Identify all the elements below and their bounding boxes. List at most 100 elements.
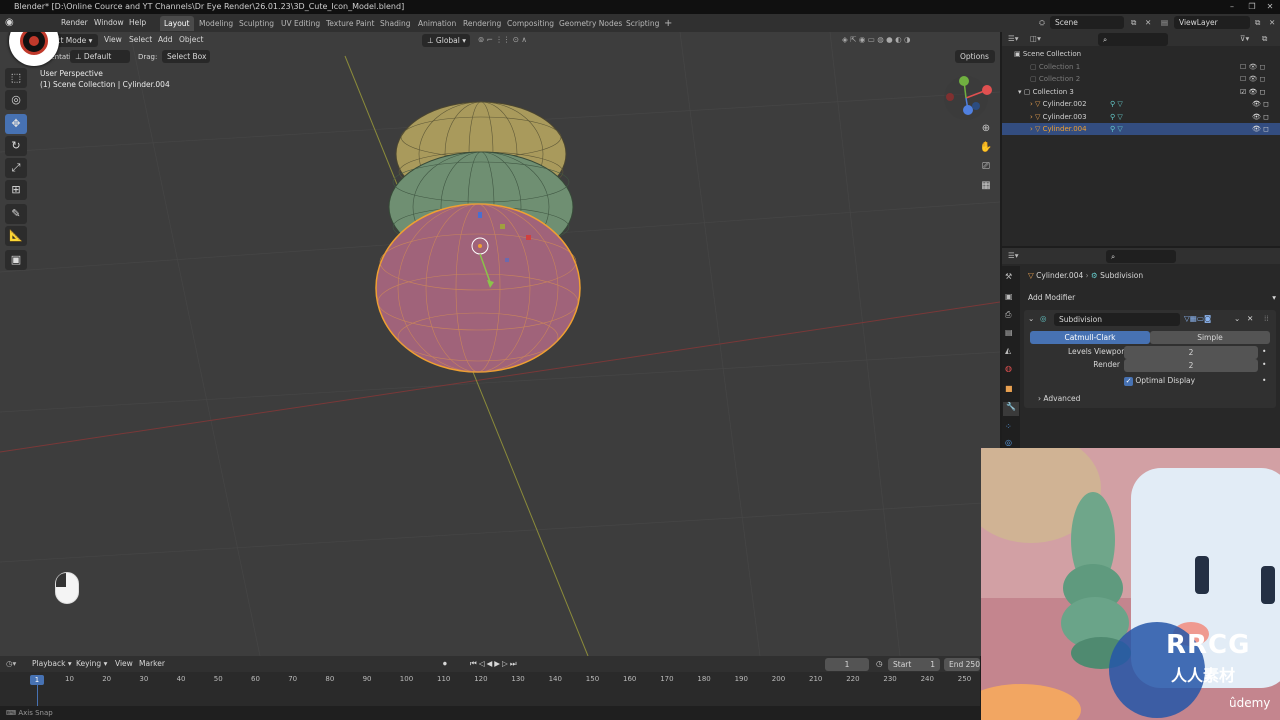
modifier-tab-icon[interactable]: 🔧 xyxy=(1003,402,1019,416)
optimal-display-checkbox[interactable]: ✓ Optimal Display xyxy=(1124,374,1195,388)
scene-selector[interactable]: Scene xyxy=(1050,16,1124,29)
scale-tool[interactable]: ⤢ xyxy=(5,158,27,178)
tab-texture-paint[interactable]: Texture Paint xyxy=(322,16,378,31)
tab-sculpting[interactable]: Sculpting xyxy=(235,16,278,31)
keyframe-dot-icon[interactable]: • xyxy=(1262,345,1266,359)
properties-editor-icon[interactable]: ☰▾ xyxy=(1008,249,1019,263)
new-viewlayer-icon[interactable]: ⧉ xyxy=(1252,17,1263,29)
keyframe-dot-icon-3[interactable]: • xyxy=(1262,374,1266,388)
view-layer-tab-icon[interactable]: ▤ xyxy=(1005,328,1013,337)
menu-select[interactable]: Select xyxy=(129,33,152,47)
playback-controls[interactable]: ⏮◁◀▶▷⏭ xyxy=(470,657,519,671)
start-frame-field[interactable]: Start 1 xyxy=(888,658,940,671)
current-frame-field[interactable]: 1 xyxy=(825,658,869,671)
menu-view[interactable]: View xyxy=(104,33,122,47)
particles-tab-icon[interactable]: ⁘ xyxy=(1005,422,1012,431)
add-cube-tool[interactable]: ▣ xyxy=(5,250,27,270)
tab-layout[interactable]: Layout xyxy=(160,16,194,31)
remove-modifier-icon[interactable]: ✕ xyxy=(1247,312,1253,326)
preview-range-icon[interactable]: ◷ xyxy=(876,657,883,671)
tab-modeling[interactable]: Modeling xyxy=(195,16,237,31)
add-modifier-button[interactable]: Add Modifier ▾ xyxy=(1028,291,1276,305)
simple-option[interactable]: Simple xyxy=(1150,331,1270,344)
menu-playback[interactable]: Playback ▾ xyxy=(32,657,72,671)
3d-viewport[interactable]: Object Mode ▾ View Select Add Object ⊥ G… xyxy=(0,32,1000,656)
annotate-tool[interactable]: ✎ xyxy=(5,204,27,224)
scene-tab-icon[interactable]: ◭ xyxy=(1005,346,1011,355)
filter-icon[interactable]: ⊽▾ xyxy=(1240,32,1249,46)
menu-object[interactable]: Object xyxy=(179,33,203,47)
output-tab-icon[interactable]: ⎙ xyxy=(1005,310,1011,320)
outliner-row-collection-1[interactable]: ▢ Collection 1 ☐ 👁 ◻ xyxy=(1002,61,1280,73)
tab-animation[interactable]: Animation xyxy=(414,16,460,31)
outliner-row-cylinder-003[interactable]: › ▽ Cylinder.003 ⚲ ▽ 👁 ◻ xyxy=(1002,111,1280,123)
properties-search-input[interactable]: ⌕ xyxy=(1106,250,1176,263)
tab-shading[interactable]: Shading xyxy=(376,16,414,31)
navigation-gizmo[interactable] xyxy=(944,76,992,120)
measure-tool[interactable]: 📐 xyxy=(5,226,27,246)
close-button[interactable]: ✕ xyxy=(1260,0,1280,14)
blender-logo-icon[interactable]: ◉ xyxy=(2,17,17,29)
viewlayer-selector[interactable]: ViewLayer xyxy=(1174,16,1250,29)
menu-marker[interactable]: Marker xyxy=(139,657,165,671)
menu-timeline-view[interactable]: View xyxy=(115,657,133,671)
tab-scripting[interactable]: Scripting xyxy=(622,16,663,31)
menu-window[interactable]: Window xyxy=(91,17,127,29)
tab-geometry-nodes[interactable]: Geometry Nodes xyxy=(555,16,626,31)
outliner-row-collection-2[interactable]: ▢ Collection 2 ☐ 👁 ◻ xyxy=(1002,73,1280,85)
menu-add[interactable]: Add xyxy=(158,33,173,47)
camera-view-icon[interactable]: ⎚ xyxy=(977,158,995,176)
viewport-overlay-icons[interactable]: ◈ ⇱ ◉ ▭ ◍ ● ◐ ◑ xyxy=(842,33,911,47)
timeline-frames[interactable]: 1 10 20 30 40 50 60 70 80 90 100 110 120 130 140 150 16… xyxy=(0,672,980,706)
catmull-clark-option[interactable]: Catmull-Clark xyxy=(1030,331,1150,344)
cursor-tool[interactable]: ◎ xyxy=(5,90,27,110)
collapse-modifier-icon[interactable]: ⌄ xyxy=(1028,312,1034,326)
remove-viewlayer-icon[interactable]: ✕ xyxy=(1266,17,1278,29)
world-tab-icon[interactable]: ◍ xyxy=(1005,364,1012,373)
menu-help[interactable]: Help xyxy=(126,17,149,29)
modifier-visibility-toggles[interactable]: ▽▦▭◙ xyxy=(1184,312,1211,326)
levels-viewport-field[interactable]: 2 xyxy=(1124,346,1258,359)
render-tab-icon[interactable]: ▣ xyxy=(1005,292,1013,301)
timeline-editor-icon[interactable]: ◷▾ xyxy=(6,657,16,671)
outliner-row-cylinder-004[interactable]: › ▽ Cylinder.004 ⚲ ▽ 👁 ◻ xyxy=(1002,123,1280,135)
outliner-row-cylinder-002[interactable]: › ▽ Cylinder.002 ⚲ ▽ 👁 ◻ xyxy=(1002,98,1280,110)
cylinder-004-mesh[interactable] xyxy=(375,203,581,373)
transform-orientation[interactable]: ⊥ Global ▾ xyxy=(422,34,470,47)
tab-rendering[interactable]: Rendering xyxy=(459,16,505,31)
tab-uv-editing[interactable]: UV Editing xyxy=(277,16,324,31)
keyframe-dot-icon-2[interactable]: • xyxy=(1262,358,1266,372)
menu-keying[interactable]: Keying ▾ xyxy=(76,657,107,671)
new-scene-icon[interactable]: ⧉ xyxy=(1128,17,1139,29)
record-button[interactable]: ⏺ xyxy=(443,657,447,671)
rotate-tool[interactable]: ↻ xyxy=(5,136,27,156)
select-box-tool[interactable]: ⬚ xyxy=(5,68,27,88)
tab-compositing[interactable]: Compositing xyxy=(503,16,558,31)
perspective-grid-icon[interactable]: ▦ xyxy=(977,177,995,195)
move-tool[interactable]: ✥ xyxy=(5,114,27,134)
remove-scene-icon[interactable]: ✕ xyxy=(1142,17,1154,29)
outliner-row-scene-collection[interactable]: ▣ Scene Collection xyxy=(1002,48,1280,60)
new-collection-icon[interactable]: ⧉ xyxy=(1262,32,1267,46)
object-tab-icon[interactable]: ■ xyxy=(1005,384,1013,393)
modifier-name-field[interactable]: Subdivision xyxy=(1054,313,1180,326)
minimize-button[interactable]: – xyxy=(1222,0,1242,14)
zoom-icon[interactable]: ⊕ xyxy=(977,120,995,138)
playhead[interactable]: 1 xyxy=(30,675,44,685)
drag-selector[interactable]: Select Box xyxy=(162,50,210,63)
drag-handle-icon[interactable]: ⁞⁞ xyxy=(1264,312,1269,326)
orientation-selector[interactable]: ⊥ Default xyxy=(70,50,130,63)
outliner-search-input[interactable]: ⌕ xyxy=(1098,33,1168,46)
tool-tab-icon[interactable]: ⚒ xyxy=(1005,272,1012,281)
pan-hand-icon[interactable]: ✋ xyxy=(977,139,995,157)
maximize-button[interactable]: ❐ xyxy=(1242,0,1262,14)
add-workspace-button[interactable]: + xyxy=(660,16,676,31)
advanced-section[interactable]: › Advanced xyxy=(1038,392,1080,406)
render-levels-field[interactable]: 2 xyxy=(1124,359,1258,372)
editor-type-icon[interactable]: ☰▾ xyxy=(1008,32,1019,46)
outliner-row-collection-3[interactable]: ▾ ▢ Collection 3 ☑ 👁 ◻ xyxy=(1002,86,1280,98)
display-mode-icon[interactable]: ◫▾ xyxy=(1030,32,1041,46)
transform-tool[interactable]: ⊞ xyxy=(5,180,27,200)
options-button[interactable]: Options xyxy=(955,50,995,63)
pivot-icon[interactable]: ⊚ ⌐ ⋮⋮ ⊙ ∧ xyxy=(478,33,527,47)
